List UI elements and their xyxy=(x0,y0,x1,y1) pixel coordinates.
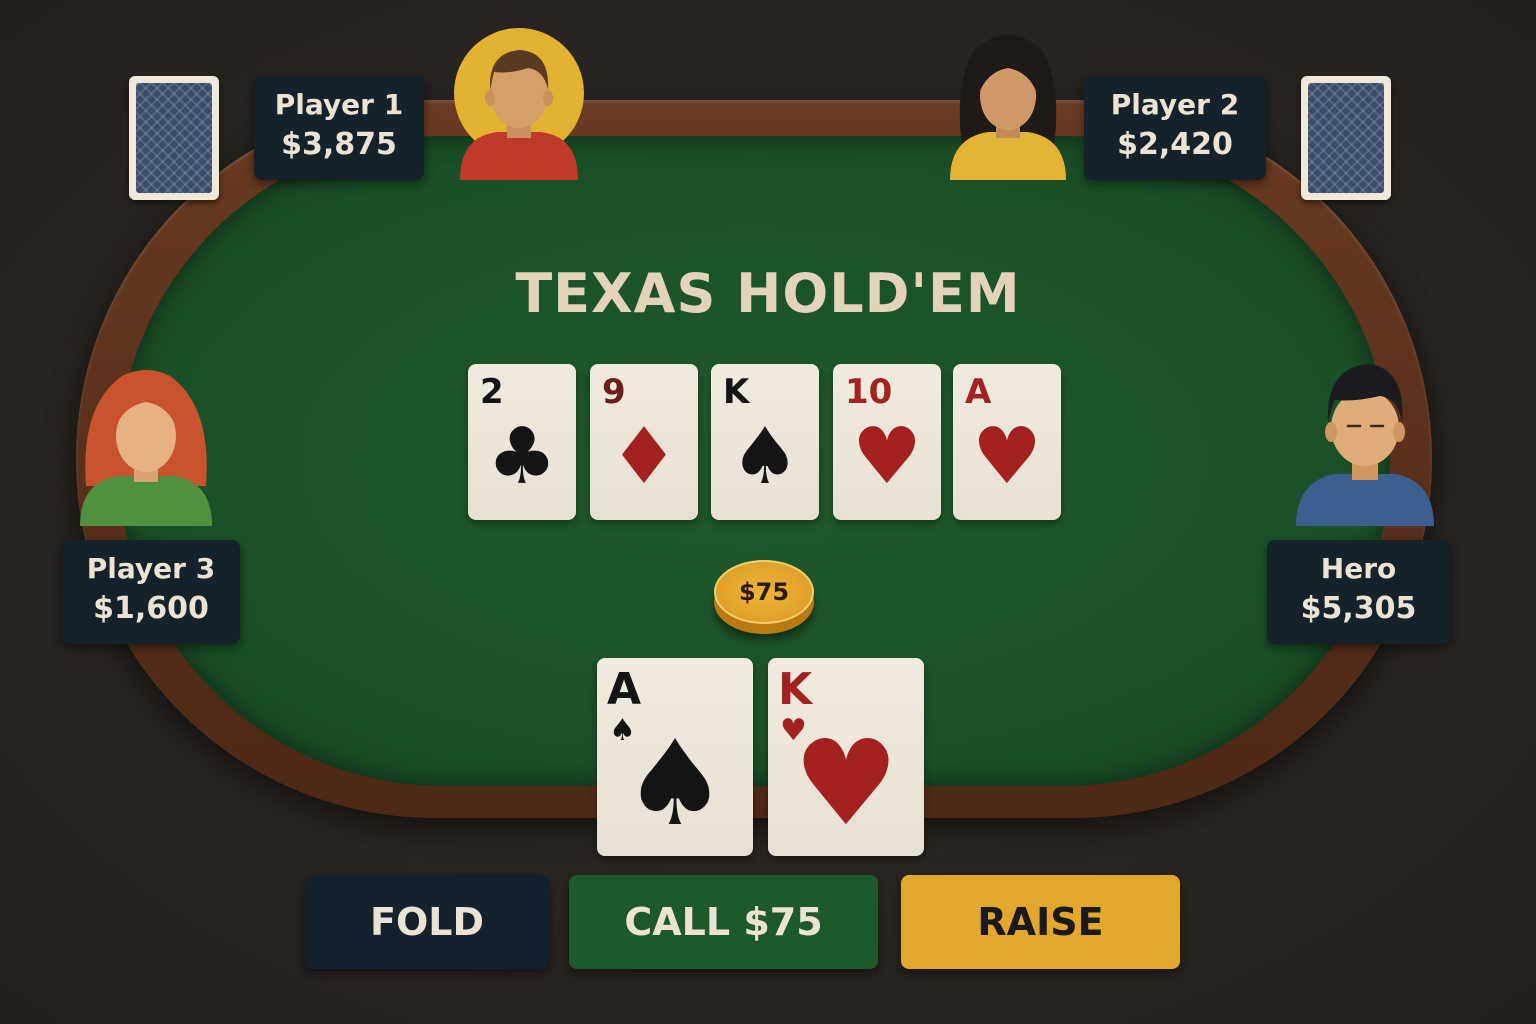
fold-button[interactable]: FOLD xyxy=(305,875,549,969)
hero-plate: Hero $5,305 xyxy=(1267,540,1450,644)
heart-icon: ♥ xyxy=(972,412,1042,502)
hero-name: Hero xyxy=(1320,552,1397,585)
board-card-1: 2 ♣ xyxy=(468,364,576,520)
player-1-name: Player 1 xyxy=(274,88,404,121)
player-3-chips: $1,600 xyxy=(93,591,209,626)
player-1-plate: Player 1 $3,875 xyxy=(254,76,424,180)
player-2-avatar xyxy=(944,26,1072,180)
call-button[interactable]: CALL $75 xyxy=(569,875,878,969)
board-card-3: K ♠ xyxy=(711,364,819,520)
player-1-facedown-card xyxy=(129,76,219,200)
board-card-4: 10 ♥ xyxy=(833,364,941,520)
hero-card-2[interactable]: K ♥ ♥ xyxy=(768,658,924,856)
board-card-5: A ♥ xyxy=(953,364,1061,520)
hero-card-2-rank: K xyxy=(778,664,813,715)
club-icon: ♣ xyxy=(487,412,557,502)
hero-avatar xyxy=(1294,362,1436,526)
spade-icon: ♠ xyxy=(730,412,800,502)
player-2-chips: $2,420 xyxy=(1117,127,1233,162)
heart-icon: ♥ xyxy=(852,412,922,502)
pot-chip: $75 xyxy=(714,560,814,634)
player-3-avatar xyxy=(78,366,214,526)
raise-button[interactable]: RAISE xyxy=(901,875,1180,969)
board-card-1-rank: 2 xyxy=(480,372,504,412)
player-3-plate: Player 3 $1,600 xyxy=(62,540,240,644)
spade-icon: ♠ xyxy=(622,714,728,852)
game-stage: TEXAS HOLD'EM Player 1 $3,875 Player 2 $… xyxy=(0,0,1536,1024)
heart-icon: ♥ xyxy=(793,714,899,852)
board-card-4-rank: 10 xyxy=(845,372,893,412)
hero-card-1[interactable]: A ♠ ♠ xyxy=(597,658,753,856)
board-card-5-rank: A xyxy=(965,372,992,412)
board-card-2: 9 ♦ xyxy=(590,364,698,520)
player-2-name: Player 2 xyxy=(1110,88,1240,121)
diamond-icon: ♦ xyxy=(609,412,679,502)
player-1-avatar xyxy=(454,28,584,180)
player-1-chips: $3,875 xyxy=(281,127,397,162)
board-card-3-rank: K xyxy=(723,372,750,412)
player-3-name: Player 3 xyxy=(86,552,216,585)
player-2-plate: Player 2 $2,420 xyxy=(1084,76,1266,180)
board-card-2-rank: 9 xyxy=(602,372,626,412)
hero-card-1-rank: A xyxy=(607,664,642,715)
hero-chips: $5,305 xyxy=(1300,591,1417,626)
pot-amount: $75 xyxy=(738,578,790,606)
player-2-facedown-card xyxy=(1301,76,1391,200)
table-title: TEXAS HOLD'EM xyxy=(515,262,1021,325)
